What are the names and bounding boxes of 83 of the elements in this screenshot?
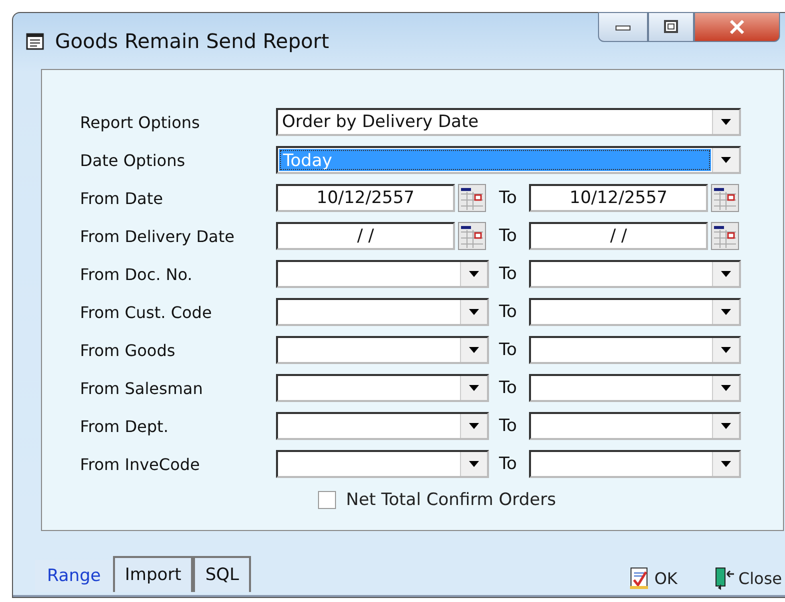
caret-icon (721, 461, 731, 467)
maximize-button[interactable] (648, 12, 694, 42)
to-label: To (498, 188, 518, 208)
caret-icon (469, 385, 479, 391)
calendar-icon[interactable] (458, 184, 486, 212)
close-button[interactable]: Close (713, 566, 782, 590)
window-title: Goods Remain Send Report (55, 29, 330, 53)
dropdown-field[interactable] (529, 412, 741, 440)
checkbox[interactable] (318, 491, 336, 509)
field-label: Report Options (80, 112, 201, 132)
ok-button[interactable]: OK (629, 566, 678, 590)
dropdown-arrow-button[interactable] (712, 376, 739, 400)
dropdown-arrow-button[interactable] (460, 338, 487, 362)
dropdown-arrow-button[interactable] (460, 414, 487, 438)
caret-icon (721, 347, 731, 353)
dropdown-field[interactable] (529, 260, 741, 288)
tab[interactable]: Import (112, 556, 194, 592)
dropdown-field[interactable] (276, 412, 489, 440)
checkbox-label: Net Total Confirm Orders (346, 490, 556, 510)
to-label: To (498, 302, 518, 322)
dropdown-field[interactable] (276, 298, 489, 326)
dropdown-arrow-button[interactable] (712, 414, 739, 438)
caret-icon (721, 271, 731, 277)
caret-icon (469, 423, 479, 429)
dropdown-field[interactable] (276, 450, 489, 478)
field-label: From Dept. (80, 416, 170, 436)
date-field[interactable]: / / (276, 222, 455, 250)
maximize-icon (663, 20, 679, 34)
dropdown-arrow-button[interactable] (712, 338, 739, 362)
calendar-icon[interactable] (711, 222, 739, 250)
close-icon (728, 20, 746, 34)
dropdown-arrow-button[interactable] (460, 300, 487, 324)
tab[interactable]: SQL (193, 556, 251, 592)
date-field[interactable]: 10/12/2557 (276, 184, 455, 212)
dropdown-field[interactable] (276, 374, 489, 402)
tab[interactable]: Range (35, 560, 113, 592)
field-label: From Date (80, 188, 164, 208)
field-label: From Goods (80, 340, 176, 360)
field-label: From InveCode (80, 454, 201, 474)
door-icon (713, 566, 736, 590)
dropdown-arrow-button[interactable] (712, 148, 739, 172)
caret-icon (721, 385, 731, 391)
dropdown-arrow-button[interactable] (712, 300, 739, 324)
caret-icon (721, 423, 731, 429)
caret-icon (721, 309, 731, 315)
to-label: To (498, 226, 518, 246)
field-label: From Delivery Date (80, 226, 236, 246)
date-field[interactable]: / / (529, 222, 708, 250)
dropdown-field[interactable] (276, 336, 489, 364)
minimize-button[interactable] (598, 12, 648, 42)
dropdown-arrow-button[interactable] (460, 452, 487, 476)
dropdown-field[interactable]: Order by Delivery Date (276, 108, 741, 136)
field-label: From Doc. No. (80, 264, 194, 284)
to-label: To (498, 416, 518, 436)
dropdown-arrow-button[interactable] (712, 262, 739, 286)
to-label: To (498, 378, 518, 398)
field-label: From Cust. Code (80, 302, 213, 322)
dropdown-arrow-button[interactable] (460, 262, 487, 286)
dropdown-arrow-button[interactable] (460, 376, 487, 400)
dropdown-field[interactable] (529, 336, 741, 364)
to-label: To (498, 264, 518, 284)
to-label: To (498, 340, 518, 360)
minimize-icon (615, 23, 631, 31)
caret-icon (721, 157, 731, 163)
dropdown-field[interactable] (529, 450, 741, 478)
caret-icon (469, 347, 479, 353)
dropdown-field[interactable] (276, 260, 489, 288)
calendar-icon[interactable] (711, 184, 739, 212)
date-field[interactable]: 10/12/2557 (529, 184, 708, 212)
caret-icon (469, 271, 479, 277)
field-label: Date Options (80, 150, 186, 170)
dropdown-arrow-button[interactable] (712, 452, 739, 476)
caret-icon (469, 461, 479, 467)
calendar-icon[interactable] (458, 222, 486, 250)
caret-icon (469, 309, 479, 315)
dropdown-field[interactable] (529, 374, 741, 402)
dropdown-field[interactable] (529, 298, 741, 326)
dropdown-arrow-button[interactable] (712, 110, 739, 134)
form-icon (25, 31, 45, 51)
field-label: From Salesman (80, 378, 204, 398)
caret-icon (721, 119, 731, 125)
close-button[interactable] (694, 12, 780, 42)
to-label: To (498, 454, 518, 474)
